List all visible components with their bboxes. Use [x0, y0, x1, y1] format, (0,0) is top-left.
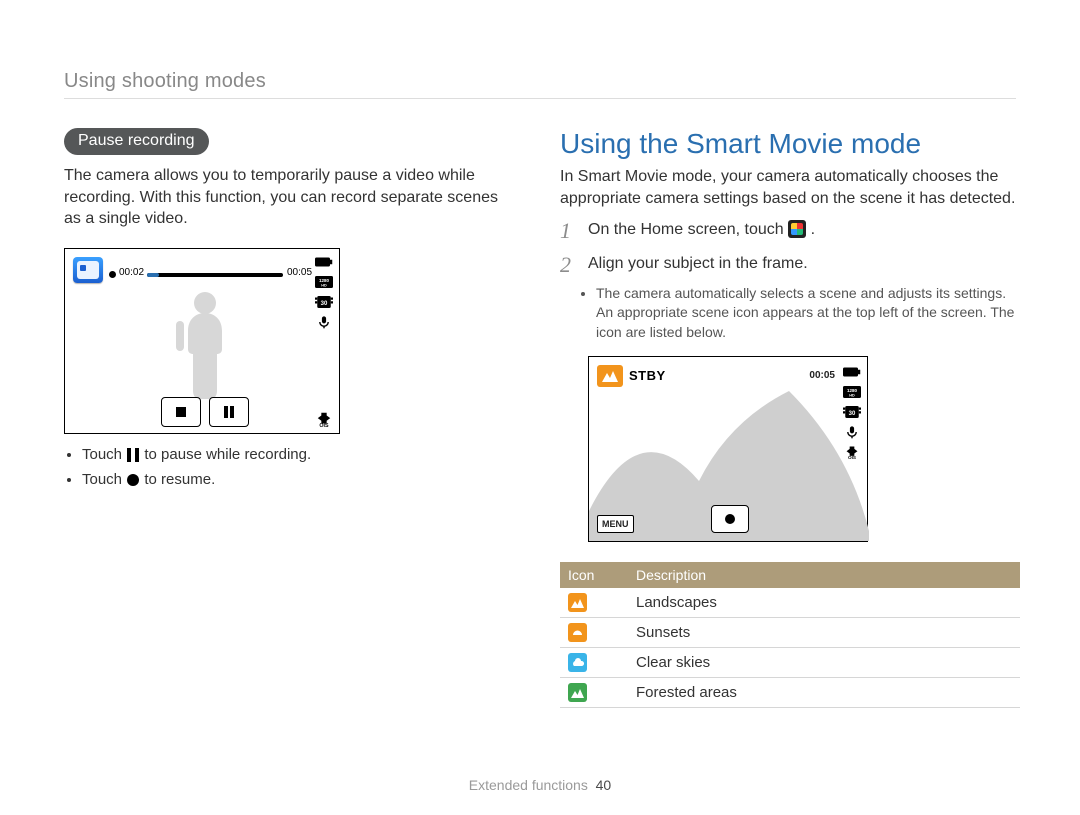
camera-screen-recording: 00:02 00:05 1280HD 30 — [64, 248, 340, 434]
mountain-icon — [602, 370, 618, 382]
smart-movie-intro: In Smart Movie mode, your camera automat… — [560, 166, 1020, 209]
mic-icon — [843, 425, 861, 439]
instruction-pause: Touch to pause while recording. — [82, 442, 514, 468]
step-number: 1 — [560, 219, 578, 243]
cell-description: Forested areas — [628, 678, 1020, 708]
text: to resume. — [144, 471, 215, 488]
cell-icon — [560, 588, 628, 618]
remaining-time: 00:05 — [287, 267, 312, 278]
table-row: Sunsets — [560, 618, 1020, 648]
table-header-desc: Description — [628, 562, 1020, 588]
status-icons: 1280HD 30 OIS — [843, 365, 861, 459]
resolution-icon: 1280HD — [843, 385, 861, 399]
section-heading-smart-movie: Using the Smart Movie mode — [560, 128, 1020, 160]
record-indicator-icon — [109, 271, 116, 278]
step-2-subnote: The camera automatically selects a scene… — [560, 284, 1020, 343]
stop-button[interactable] — [161, 397, 201, 427]
cell-icon — [560, 618, 628, 648]
section-pill-pause-recording: Pause recording — [64, 128, 209, 155]
battery-icon — [315, 255, 333, 269]
subnote-text: The camera automatically selects a scene… — [596, 284, 1020, 343]
table-row: Forested areas — [560, 678, 1020, 708]
scene-badge-landscape — [597, 365, 623, 387]
table-row: Clear skies — [560, 648, 1020, 678]
page-footer: Extended functions 40 — [0, 777, 1080, 793]
smart-movie-icon — [788, 220, 806, 238]
table-row: Landscapes — [560, 588, 1020, 618]
breadcrumb: Using shooting modes — [64, 70, 266, 93]
svg-text:OIS: OIS — [319, 423, 329, 427]
scene-icon — [568, 653, 587, 672]
progress-bar — [147, 273, 283, 277]
text: to pause while recording. — [144, 446, 311, 463]
svg-text:HD: HD — [849, 394, 855, 398]
left-column: Pause recording The camera allows you to… — [64, 128, 514, 493]
remaining-time: 00:05 — [809, 370, 835, 381]
svg-text:30: 30 — [849, 411, 856, 417]
svg-text:OIS: OIS — [848, 455, 856, 459]
svg-text:1280: 1280 — [847, 388, 858, 393]
pause-instructions-list: Touch to pause while recording. Touch to… — [64, 442, 514, 493]
svg-text:HD: HD — [321, 283, 327, 287]
scene-icon — [568, 593, 587, 612]
mic-icon — [315, 315, 333, 329]
cell-description: Sunsets — [628, 618, 1020, 648]
cell-description: Landscapes — [628, 588, 1020, 618]
battery-icon — [843, 365, 861, 379]
fps-icon: 30 — [315, 295, 333, 309]
table-header-icon: Icon — [560, 562, 628, 588]
standby-label: STBY — [629, 368, 666, 383]
record-dot-icon — [126, 473, 140, 487]
status-icons: 1280HD 30 — [315, 255, 333, 329]
cell-description: Clear skies — [628, 648, 1020, 678]
pause-icon — [126, 448, 140, 462]
resolution-icon: 1280HD — [315, 275, 333, 289]
camera-screen-smart-movie: STBY 00:05 1280HD 30 OIS MENU — [588, 356, 868, 542]
text: Touch — [82, 446, 126, 463]
record-button[interactable] — [711, 505, 749, 533]
step-1: 1 On the Home screen, touch . — [560, 219, 1020, 243]
instruction-resume: Touch to resume. — [82, 467, 514, 493]
mode-icon — [73, 257, 103, 283]
scene-icon — [568, 623, 587, 642]
svg-text:30: 30 — [321, 301, 328, 307]
menu-button[interactable]: MENU — [597, 515, 634, 533]
svg-text:1280: 1280 — [319, 278, 330, 283]
footer-section: Extended functions — [469, 777, 588, 793]
record-dot-icon — [725, 514, 735, 524]
elapsed-time: 00:02 — [119, 267, 144, 278]
pause-icon — [224, 406, 234, 418]
step-text: On the Home screen, touch . — [588, 219, 815, 241]
step-text: Align your subject in the frame. — [588, 253, 808, 275]
text: On the Home screen, touch — [588, 221, 788, 238]
divider — [64, 98, 1016, 99]
step-2: 2 Align your subject in the frame. — [560, 253, 1020, 277]
manual-page: Using shooting modes Pause recording The… — [0, 0, 1080, 815]
right-column: Using the Smart Movie mode In Smart Movi… — [560, 128, 1020, 708]
ois-icon: OIS — [315, 411, 333, 427]
ois-icon: OIS — [843, 445, 861, 459]
pause-button[interactable] — [209, 397, 249, 427]
scene-icon-table: Icon Description LandscapesSunsetsClear … — [560, 562, 1020, 708]
pause-recording-paragraph: The camera allows you to temporarily pau… — [64, 165, 514, 230]
cell-icon — [560, 678, 628, 708]
cell-icon — [560, 648, 628, 678]
text: Touch — [82, 471, 126, 488]
page-number: 40 — [596, 777, 612, 793]
scene-icon — [568, 683, 587, 702]
step-number: 2 — [560, 253, 578, 277]
text: . — [811, 221, 815, 238]
fps-icon: 30 — [843, 405, 861, 419]
stop-icon — [176, 407, 186, 417]
